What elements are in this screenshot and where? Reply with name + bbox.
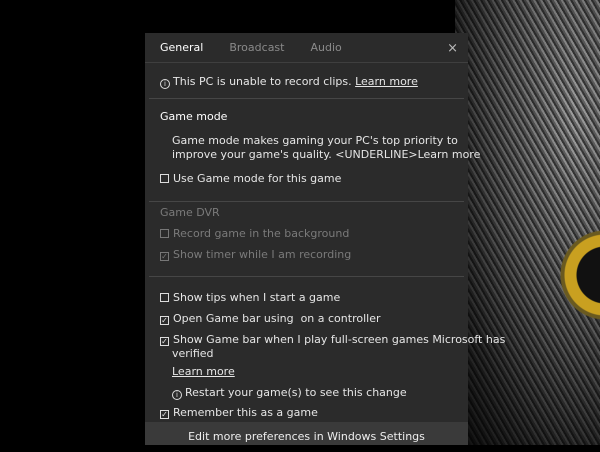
checkbox-checked-icon: ✓ <box>160 316 169 325</box>
learn-more-link[interactable]: Learn more <box>172 365 235 378</box>
tab-audio[interactable]: Audio <box>310 41 341 54</box>
checkbox-unchecked-icon <box>160 293 169 302</box>
notice-learn-more-link[interactable]: Learn more <box>355 75 418 88</box>
checkbox-label: Record game in the background <box>173 227 350 240</box>
tab-general[interactable]: General <box>160 41 203 54</box>
info-icon: i <box>172 390 182 400</box>
checkbox-label: Use Game mode for this game <box>173 172 342 185</box>
checkbox-checked-icon: ✓ <box>160 337 169 346</box>
tab-bar: General Broadcast Audio × <box>145 33 468 63</box>
restart-note-text: Restart your game(s) to see this change <box>185 386 407 399</box>
checkbox-label: Show timer while I am recording <box>173 248 352 261</box>
tab-broadcast[interactable]: Broadcast <box>229 41 284 54</box>
divider <box>149 276 464 277</box>
open-game-bar-checkbox[interactable]: ✓ Open Game bar using on a controller <box>160 312 380 325</box>
close-icon[interactable]: × <box>447 41 458 56</box>
checkbox-unchecked-icon <box>160 174 169 183</box>
checkbox-unchecked-icon <box>160 229 169 238</box>
game-bar-settings-panel: General Broadcast Audio × i This PC is un… <box>145 33 505 445</box>
divider <box>149 98 464 99</box>
background-owl-image <box>455 0 600 445</box>
checkbox-label: Remember this as a game <box>173 406 318 419</box>
restart-note: i Restart your game(s) to see this change <box>172 386 407 400</box>
checkbox-label-continued: verified <box>172 347 214 360</box>
checkbox-label: Show Game bar when I play full-screen ga… <box>173 333 506 346</box>
checkbox-checked-icon: ✓ <box>160 252 169 261</box>
edit-preferences-button[interactable]: Edit more preferences in Windows Setting… <box>145 422 468 445</box>
use-game-mode-checkbox[interactable]: Use Game mode for this game <box>160 172 341 185</box>
record-notice: i This PC is unable to record clips. Lear… <box>160 75 418 89</box>
game-mode-desc-2: improve your game's quality. <UNDERLINE>… <box>172 148 481 161</box>
game-mode-desc-1: Game mode makes gaming your PC's top pri… <box>172 134 458 147</box>
game-mode-heading: Game mode <box>160 110 228 123</box>
show-timer-checkbox: ✓ Show timer while I am recording <box>160 248 351 261</box>
show-tips-checkbox[interactable]: Show tips when I start a game <box>160 291 340 304</box>
remember-game-checkbox[interactable]: ✓ Remember this as a game <box>160 406 318 419</box>
record-background-checkbox: Record game in the background <box>160 227 349 240</box>
info-icon: i <box>160 79 170 89</box>
checkbox-label: Show tips when I start a game <box>173 291 341 304</box>
checkbox-checked-icon: ✓ <box>160 410 169 419</box>
show-game-bar-checkbox[interactable]: ✓ Show Game bar when I play full-screen g… <box>160 333 505 346</box>
checkbox-label: Open Game bar using on a controller <box>173 312 381 325</box>
game-dvr-heading: Game DVR <box>160 206 220 219</box>
notice-text: This PC is unable to record clips. <box>173 75 352 88</box>
divider <box>149 201 464 202</box>
